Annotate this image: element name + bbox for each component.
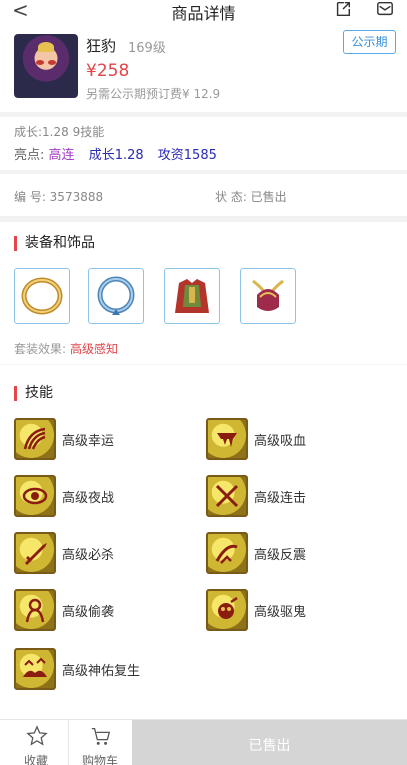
skill-item[interactable]: 高级驱鬼 <box>206 589 396 635</box>
critical-icon <box>14 532 56 574</box>
cart-icon <box>91 728 111 745</box>
night-battle-icon <box>14 475 56 517</box>
skill-item[interactable]: 高级吸血 <box>206 418 396 464</box>
highlight-combo: 高连 <box>48 148 75 163</box>
set-effect-label: 套装效果: <box>14 342 67 356</box>
mail-icon[interactable] <box>376 0 394 18</box>
skill-name: 高级夜战 <box>62 491 115 506</box>
favorite-button[interactable]: 收藏 <box>6 720 66 765</box>
favorite-label: 收藏 <box>23 754 48 765</box>
skill-name: 高级偷袭 <box>62 605 115 620</box>
skill-item[interactable]: 高级必杀 <box>14 532 204 578</box>
divider <box>0 170 407 174</box>
skill-name: 高级吸血 <box>254 434 307 449</box>
equip-slot-armor[interactable] <box>164 268 220 324</box>
ring-icon <box>21 277 63 315</box>
skill-item[interactable]: 高级夜战 <box>14 475 204 521</box>
public-period-badge: 公示期 <box>343 30 396 54</box>
highlights-label: 亮点: <box>14 148 45 163</box>
reservation-fee: 另需公示期预订费¥ 12.9 <box>86 87 221 101</box>
highlight-growth: 成长1.28 <box>88 148 144 163</box>
star-icon <box>26 725 48 746</box>
divider <box>0 364 407 365</box>
set-effect-value: 高级感知 <box>70 342 119 356</box>
pet-name: 狂豹 <box>86 37 117 55</box>
highlights: 亮点: 高连 成长1.28 攻资1585 <box>14 144 227 163</box>
avatar-eye-right <box>48 60 56 65</box>
price: ¥258 <box>86 61 130 81</box>
divider <box>0 216 407 222</box>
skill-item[interactable]: 高级神佑复生 <box>14 648 204 694</box>
equip-slot-helmet[interactable] <box>240 268 296 324</box>
skill-item[interactable]: 高级连击 <box>206 475 396 521</box>
attributes-panel: 成长:1.28 9技能 亮点: 高连 成长1.28 攻资1585 <box>0 117 407 167</box>
top-bar: < 商品详情 <box>0 0 407 28</box>
item-number: 编 号: 3573888 <box>14 190 104 204</box>
skill-item[interactable]: 高级反震 <box>206 532 396 578</box>
luck-icon <box>14 418 56 460</box>
skill-name: 高级驱鬼 <box>254 605 307 620</box>
avatar-eye-left <box>36 60 44 65</box>
skill-item[interactable]: 高级偷袭 <box>14 589 204 635</box>
skill-name: 高级反震 <box>254 548 307 563</box>
equip-slot-bracelet[interactable] <box>88 268 144 324</box>
cart-label: 购物车 <box>81 754 118 765</box>
growth-info: 成长:1.28 9技能 <box>14 125 105 139</box>
pet-level: 169级 <box>128 41 166 56</box>
counter-icon <box>206 532 248 574</box>
skills-section-title: 技能 <box>14 386 53 401</box>
pet-avatar <box>14 34 78 98</box>
skill-name: 高级神佑复生 <box>62 664 141 679</box>
avatar-crest <box>38 42 54 52</box>
bottom-action-bar: 收藏 购物车 已售出 <box>0 719 407 765</box>
highlight-attack: 攻资1585 <box>157 148 217 163</box>
equipment-section-title: 装备和饰品 <box>14 236 95 251</box>
skill-name: 高级必杀 <box>62 548 115 563</box>
skill-name: 高级幸运 <box>62 434 115 449</box>
helmet-icon <box>252 279 284 311</box>
equip-slot-ring[interactable] <box>14 268 70 324</box>
bracelet-icon <box>97 276 135 315</box>
item-status: 状 态: 已售出 <box>215 190 287 204</box>
cart-button[interactable]: 购物车 <box>70 720 130 765</box>
product-card: 狂豹 169级 公示期 ¥258 另需公示期预订费¥ 12.9 <box>0 28 407 112</box>
set-effect: 套装效果: 高级感知 <box>14 340 118 357</box>
combo-icon <box>206 475 248 517</box>
exorcism-icon <box>206 589 248 631</box>
id-status-row: 编 号: 3573888 状 态: 已售出 <box>0 178 407 212</box>
sold-out-button[interactable]: 已售出 <box>132 720 407 765</box>
divine-revive-icon <box>14 648 56 690</box>
share-icon[interactable] <box>334 0 352 18</box>
armor-icon <box>175 279 209 313</box>
skill-item[interactable]: 高级幸运 <box>14 418 204 464</box>
bottom-divider <box>68 720 69 765</box>
vampire-icon <box>206 418 248 460</box>
sneak-attack-icon <box>14 589 56 631</box>
skill-name: 高级连击 <box>254 491 307 506</box>
